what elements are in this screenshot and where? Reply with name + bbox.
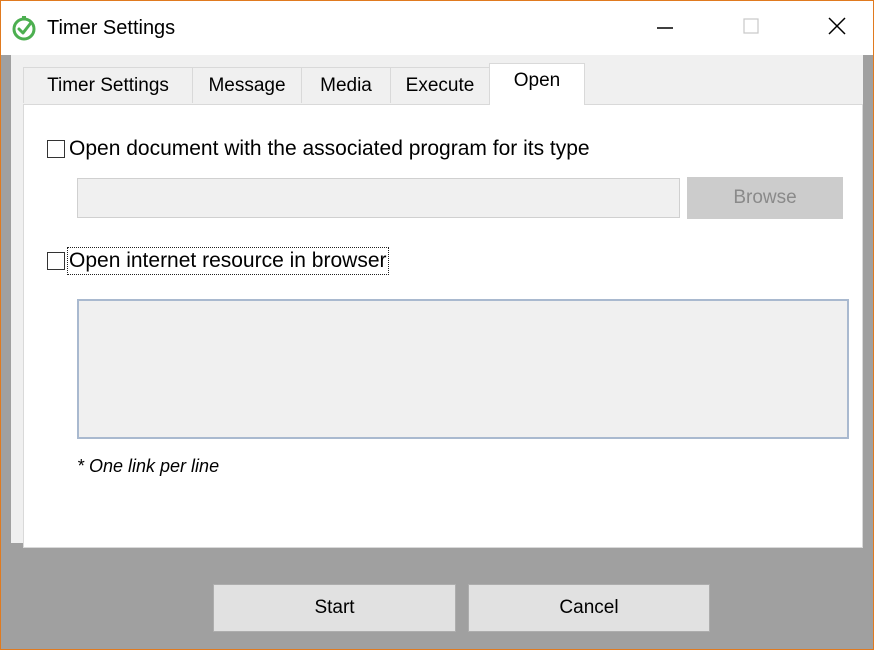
- timer-check-icon: [11, 15, 37, 41]
- browse-button[interactable]: Browse: [687, 177, 843, 219]
- close-button[interactable]: [801, 1, 873, 55]
- document-path-input[interactable]: [77, 178, 680, 218]
- one-link-note: * One link per line: [77, 456, 220, 476]
- open-internet-label[interactable]: Open internet resource in browser: [67, 247, 389, 275]
- tab-timer-settings[interactable]: Timer Settings: [23, 67, 193, 103]
- links-textarea[interactable]: [77, 299, 849, 439]
- tab-strip: Timer Settings Message Media Execute Ope…: [11, 63, 863, 105]
- tab-message[interactable]: Message: [192, 67, 302, 103]
- tab-execute[interactable]: Execute: [390, 67, 490, 103]
- tab-open[interactable]: Open: [489, 63, 585, 105]
- timer-settings-window: Timer Settings Timer Settings Message Me…: [0, 0, 874, 650]
- open-document-label[interactable]: Open document with the associated progra…: [69, 137, 590, 161]
- cancel-button[interactable]: Cancel: [468, 584, 710, 632]
- browse-button-label: Browse: [733, 187, 797, 208]
- minimize-button[interactable]: [629, 1, 701, 55]
- maximize-button[interactable]: [715, 1, 787, 55]
- open-internet-checkbox-row[interactable]: Open internet resource in browser: [47, 247, 389, 275]
- open-document-checkbox-row[interactable]: Open document with the associated progra…: [47, 137, 590, 161]
- start-button-label: Start: [314, 597, 355, 618]
- window-title: Timer Settings: [47, 17, 176, 39]
- tab-label: Execute: [405, 74, 475, 96]
- tab-label: Open: [513, 70, 561, 91]
- open-internet-checkbox[interactable]: [47, 252, 65, 270]
- minimize-icon: [655, 16, 675, 41]
- title-bar[interactable]: Timer Settings: [1, 1, 873, 55]
- start-button[interactable]: Start: [213, 584, 456, 632]
- close-icon: [826, 15, 848, 42]
- tab-label: Message: [208, 74, 286, 96]
- tab-label: Timer Settings: [47, 74, 169, 96]
- open-document-checkbox[interactable]: [47, 140, 65, 158]
- tab-media[interactable]: Media: [301, 67, 391, 103]
- maximize-icon: [741, 16, 761, 41]
- cancel-button-label: Cancel: [559, 597, 619, 618]
- tab-label: Media: [320, 74, 372, 96]
